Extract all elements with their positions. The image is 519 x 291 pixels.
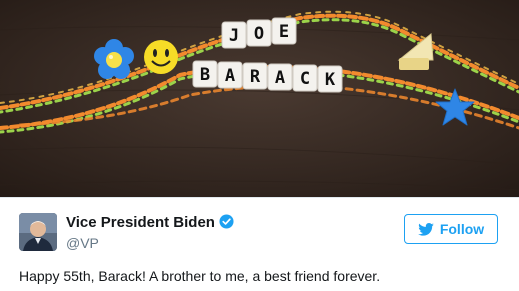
- profile-photo-icon: [19, 213, 57, 251]
- follow-button[interactable]: Follow: [404, 214, 498, 244]
- svg-text:B: B: [200, 65, 210, 85]
- svg-text:R: R: [250, 67, 261, 87]
- author-handle[interactable]: @VP: [66, 235, 99, 251]
- author-name[interactable]: Vice President Biden: [66, 214, 234, 233]
- svg-text:A: A: [225, 66, 235, 86]
- joe-beads: J O E: [221, 17, 297, 49]
- bracelets-photo: J O E B A R A C K: [0, 0, 519, 197]
- svg-text:C: C: [300, 69, 310, 89]
- svg-text:A: A: [275, 68, 285, 88]
- tweet-photo[interactable]: J O E B A R A C K: [0, 0, 519, 197]
- svg-text:J: J: [229, 26, 239, 46]
- verified-badge-icon: [219, 214, 234, 233]
- author-name-text: Vice President Biden: [66, 214, 215, 231]
- smiley-bead: [144, 40, 178, 74]
- follow-button-label: Follow: [439, 221, 485, 237]
- tweet-text: Happy 55th, Barack! A brother to me, a b…: [19, 268, 381, 284]
- svg-text:E: E: [279, 22, 289, 42]
- svg-text:O: O: [254, 24, 264, 44]
- twitter-bird-icon: [418, 222, 434, 236]
- media-divider: [0, 197, 519, 198]
- embedded-tweet-card: J O E B A R A C K Vice President Biden @…: [0, 0, 519, 291]
- author-avatar[interactable]: [19, 213, 57, 251]
- svg-text:K: K: [325, 70, 336, 90]
